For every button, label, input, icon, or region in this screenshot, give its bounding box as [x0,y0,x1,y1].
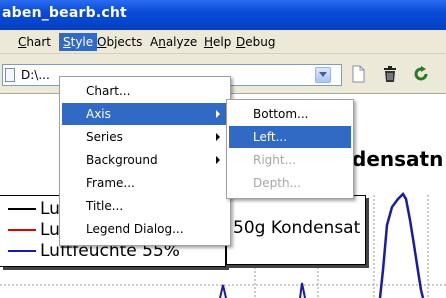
menu-item-frame[interactable]: Frame... [62,172,228,194]
trash-icon[interactable] [381,65,399,83]
style-menu: Chart... Axis Series Background Frame...… [59,76,231,246]
legend-swatch [8,208,36,210]
submenu-arrow-icon [216,156,220,164]
legend-label: Lu [40,199,60,219]
menu-item-depth: Depth... [253,176,301,190]
menu-item-right: Right... [253,153,297,167]
menu-analyze[interactable]: Analyze [146,33,201,51]
legend-label: Lu [40,220,60,240]
menu-debug[interactable]: Debug [232,33,279,51]
new-document-icon[interactable] [349,65,367,83]
legend-extension-label: 50g Kondensat [233,218,361,238]
menu-item-legend-dialog[interactable]: Legend Dialog... [62,218,228,240]
refresh-icon[interactable] [412,65,430,83]
menu-item-series[interactable]: Series [62,126,228,148]
menu-item-background[interactable]: Background [62,149,228,171]
window-title: aben_bearb.cht [2,5,127,21]
menu-item-bottom[interactable]: Bottom... [229,103,351,125]
submenu-arrow-icon [216,133,220,141]
menu-chart[interactable]: Chart [14,33,55,51]
submenu-arrow-icon [216,110,220,118]
file-icon [5,68,15,82]
menu-style[interactable]: Style [59,33,98,51]
menu-item-axis[interactable]: Axis [62,103,228,125]
menu-help[interactable]: Help [200,33,235,51]
menu-item-left[interactable]: Left... [229,126,351,148]
menu-item-title[interactable]: Title... [62,195,228,217]
legend-box-extension[interactable]: 50g Kondensat [226,195,366,265]
axis-submenu: Bottom... Left... Right... Depth... [226,99,354,199]
chart-title-fragment: densatn [352,147,444,171]
menu-bar: Chart Style Objects Analyze Help Debug [0,30,446,54]
menu-item-chart[interactable]: Chart... [62,80,228,102]
path-value: D:\... [21,68,50,82]
chevron-down-icon[interactable] [315,67,331,83]
legend-swatch [8,229,36,231]
title-bar: aben_bearb.cht [0,0,446,30]
legend-swatch [8,250,36,252]
menu-objects[interactable]: Objects [93,33,146,51]
